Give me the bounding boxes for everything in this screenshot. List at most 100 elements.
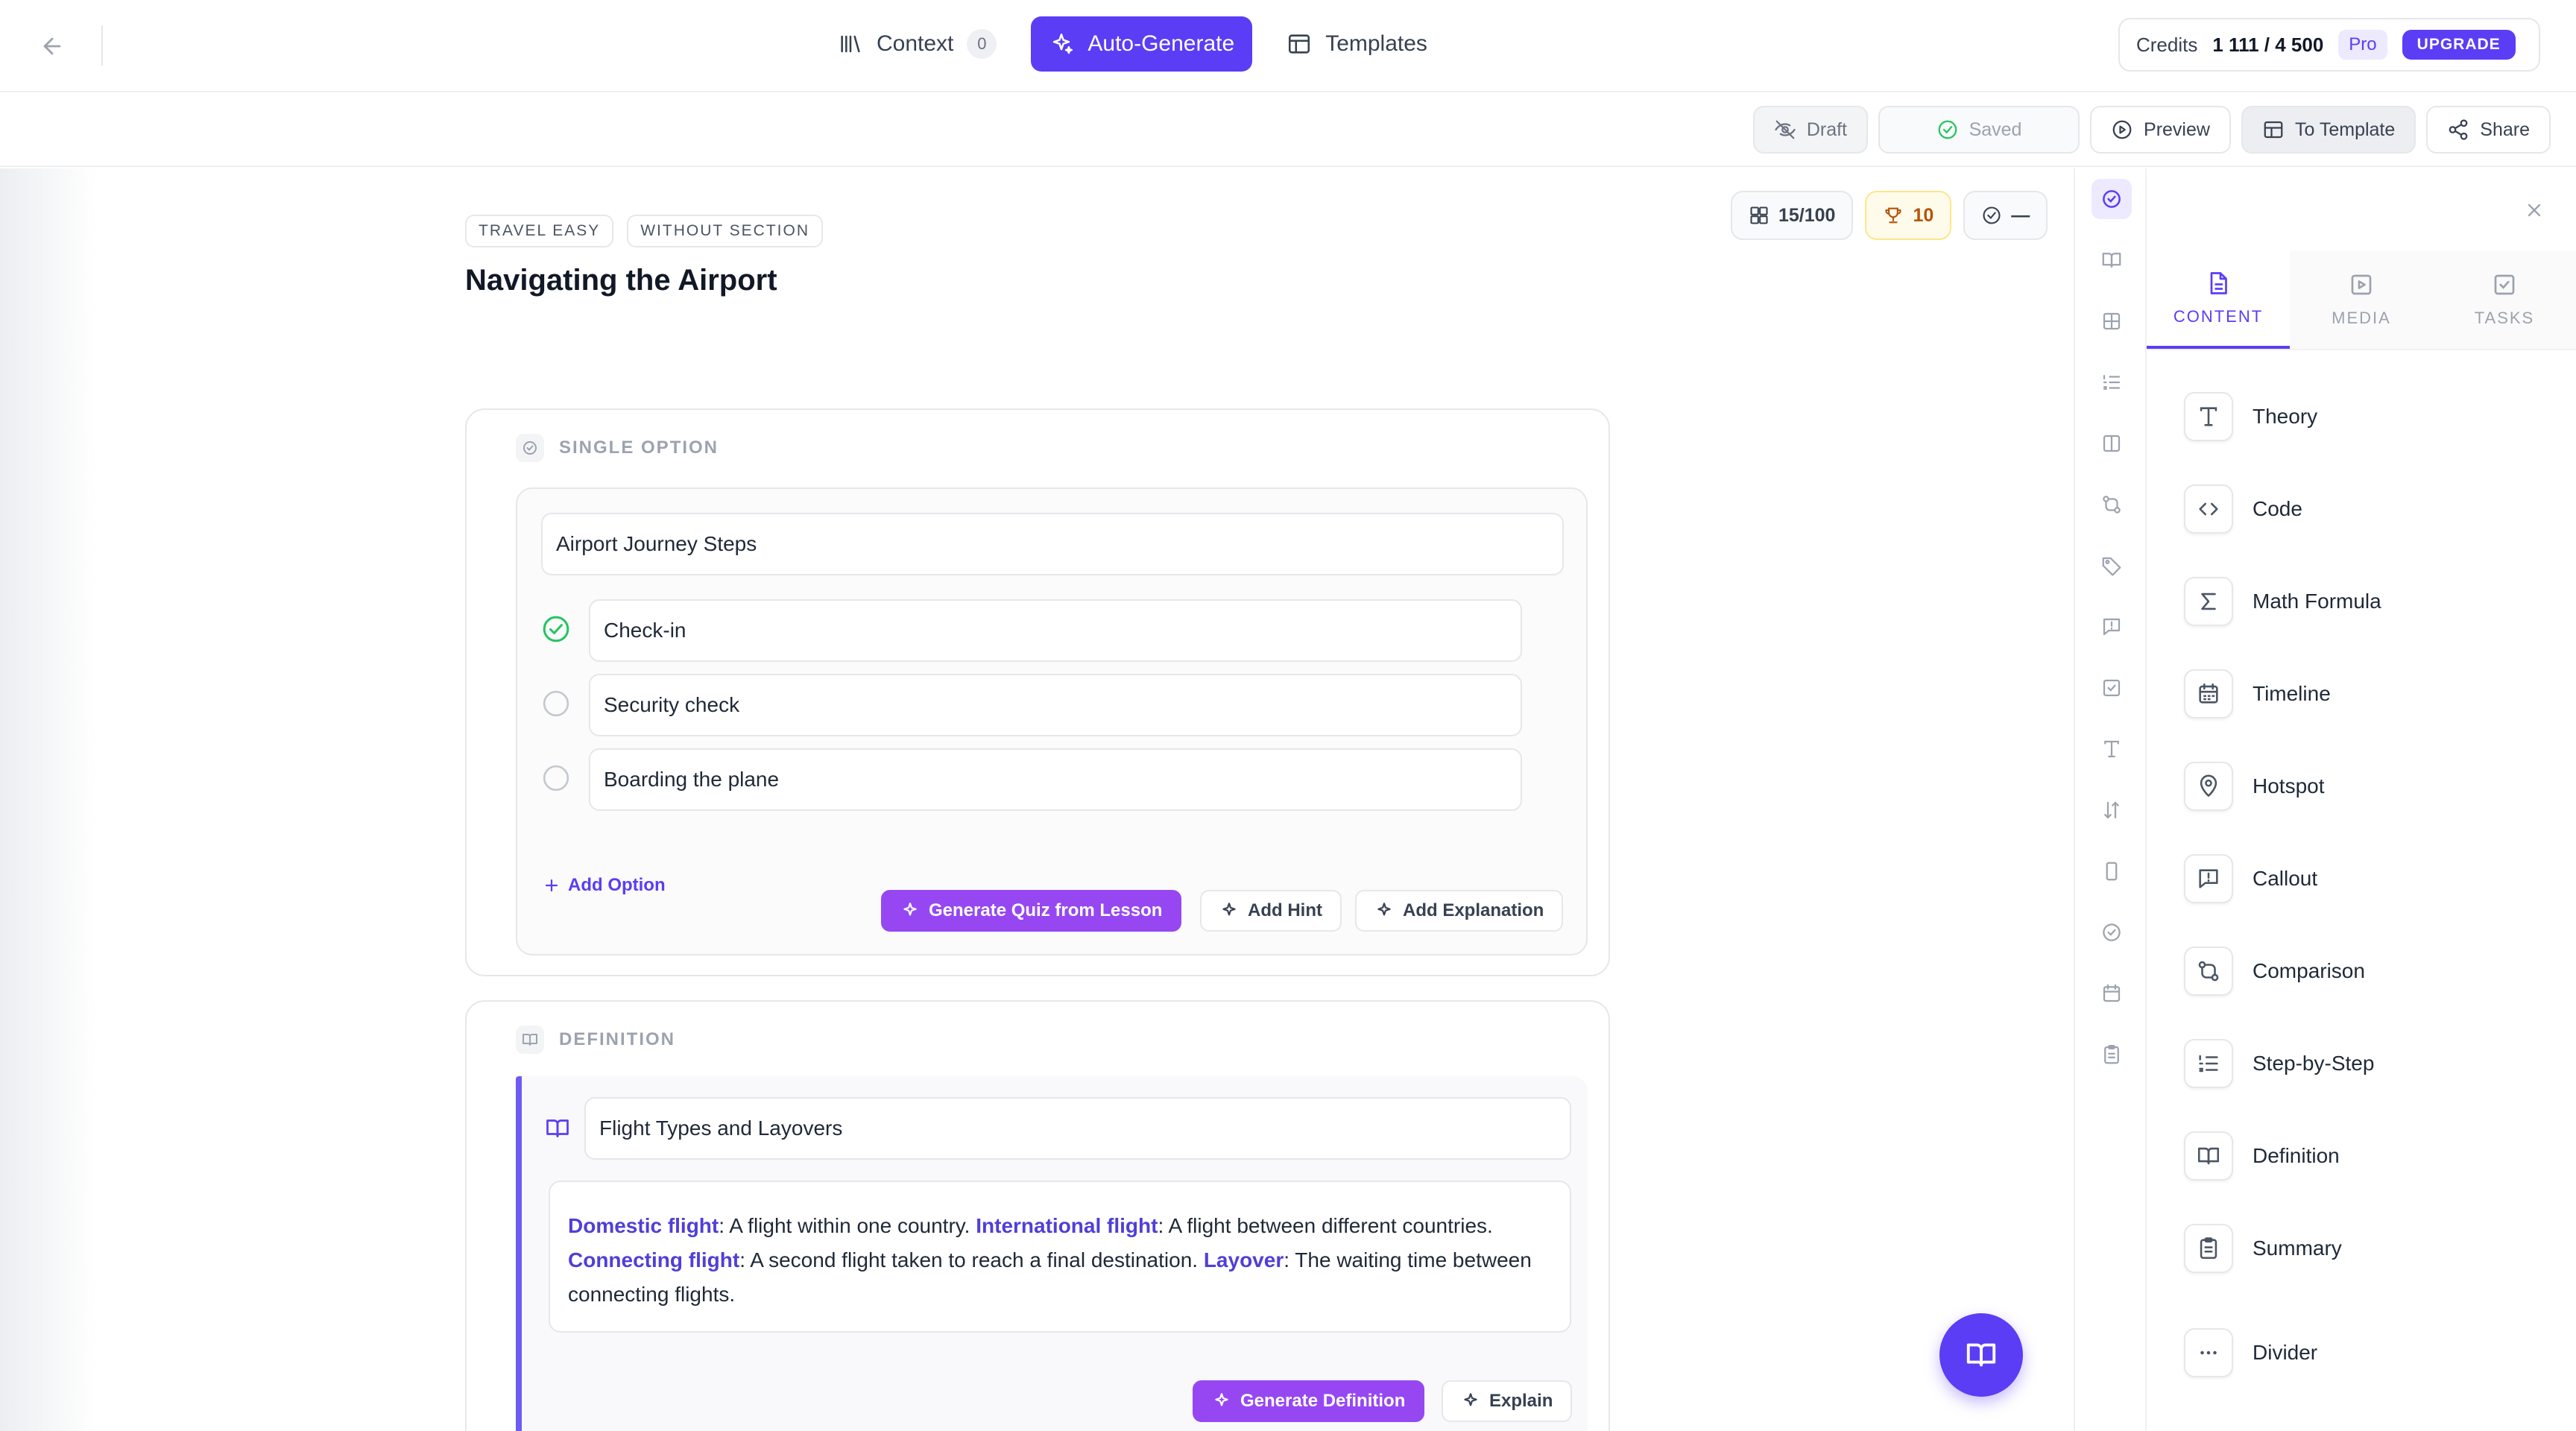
add-explanation-button[interactable]: Add Explanation	[1355, 890, 1564, 932]
block-divider[interactable]: Divider	[2184, 1328, 2317, 1377]
block-step-by-step[interactable]: Step-by-Step	[2184, 1039, 2374, 1088]
rail-tag-icon[interactable]	[2092, 546, 2132, 586]
rail-book-icon[interactable]	[2092, 240, 2132, 280]
rail-type-icon[interactable]	[2092, 729, 2132, 769]
definition-card: DEFINITION Flight Types and Layovers Dom…	[465, 1000, 1610, 1431]
credits-label: Credits	[2136, 33, 2198, 56]
rail-columns-icon[interactable]	[2092, 423, 2132, 464]
rail-grid-icon[interactable]	[2092, 301, 2132, 341]
block-summary[interactable]: Summary	[2184, 1224, 2342, 1273]
rail-check-circle-icon[interactable]	[2092, 912, 2132, 953]
more-horizontal-icon	[2184, 1328, 2233, 1377]
floating-book-button[interactable]	[1939, 1313, 2023, 1397]
share-icon	[2449, 119, 2468, 140]
block-math-formula[interactable]: Math Formula	[2184, 577, 2381, 626]
block-hotspot[interactable]: Hotspot	[2184, 762, 2325, 811]
check-square-icon	[2494, 274, 2515, 295]
tab-media[interactable]: MEDIA	[2290, 250, 2433, 349]
block-callout[interactable]: Callout	[2184, 854, 2317, 903]
layout-icon	[1289, 34, 1310, 54]
auto-generate-button[interactable]: Auto-Generate	[1031, 16, 1253, 72]
saved-status: Saved	[1878, 106, 2080, 154]
rail-list-ordered-icon[interactable]	[2092, 362, 2132, 402]
templates-button[interactable]: Templates	[1269, 16, 1445, 72]
rail-check-circle-icon[interactable]	[2092, 179, 2132, 219]
context-button[interactable]: Context 0	[820, 16, 1014, 72]
definition-title-input[interactable]: Flight Types and Layovers	[584, 1097, 1571, 1160]
block-timeline[interactable]: Timeline	[2184, 669, 2331, 718]
generate-quiz-button[interactable]: Generate Quiz from Lesson	[881, 890, 1182, 932]
panel-tabs: CONTENT MEDIA TASKS	[2147, 250, 2576, 350]
breadcrumb-section[interactable]: WITHOUT SECTION	[627, 215, 823, 247]
correct-check-icon[interactable]	[541, 614, 571, 644]
divider	[101, 25, 103, 66]
tab-content-label: CONTENT	[2173, 307, 2264, 326]
check-circle-icon	[1938, 120, 1957, 139]
block-icon-rail	[2074, 168, 2147, 1431]
rail-sort-arrows-icon[interactable]	[2092, 790, 2132, 830]
rail-check-square-icon[interactable]	[2092, 668, 2132, 708]
block-code[interactable]: Code	[2184, 484, 2302, 534]
template-icon	[2264, 121, 2283, 139]
block-theory[interactable]: Theory	[2184, 392, 2317, 441]
preview-button[interactable]: Preview	[2090, 106, 2231, 154]
sparkles-icon	[1222, 903, 1236, 916]
page-title[interactable]: Navigating the Airport	[465, 264, 777, 297]
credits-value: 1 111 / 4 500	[2212, 33, 2324, 56]
add-hint-button[interactable]: Add Hint	[1200, 890, 1342, 932]
upgrade-button[interactable]: UPGRADE	[2402, 30, 2516, 60]
block-label: Math Formula	[2253, 590, 2381, 613]
block-definition[interactable]: Definition	[2184, 1131, 2340, 1181]
sparkles-icon	[1377, 903, 1391, 916]
add-option-button[interactable]: Add Option	[543, 875, 666, 896]
radio-icon[interactable]	[541, 689, 571, 718]
back-arrow-icon[interactable]	[33, 27, 72, 66]
share-button[interactable]: Share	[2426, 106, 2551, 154]
term: International flight	[976, 1214, 1158, 1237]
block-label: Callout	[2253, 867, 2318, 890]
plan-badge: Pro	[2338, 30, 2387, 60]
breadcrumb: TRAVEL EASY WITHOUT SECTION	[465, 215, 823, 247]
rail-mobile-icon[interactable]	[2092, 851, 2132, 891]
auto-generate-label: Auto-Generate	[1087, 31, 1235, 56]
radio-icon[interactable]	[541, 763, 571, 793]
rail-clipboard-icon[interactable]	[2092, 1034, 2132, 1075]
block-comparison[interactable]: Comparison	[2184, 947, 2365, 996]
draft-button[interactable]: Draft	[1752, 106, 1869, 154]
definition-text[interactable]: Domestic flight: A flight within one cou…	[549, 1181, 1571, 1333]
option-input[interactable]: Boarding the plane	[589, 748, 1522, 811]
check-status-badge[interactable]: —	[1963, 191, 2048, 240]
breadcrumb-course[interactable]: TRAVEL EASY	[465, 215, 614, 247]
draft-label: Draft	[1806, 119, 1848, 140]
clipboard-icon	[2184, 1224, 2233, 1273]
rail-git-compare-icon[interactable]	[2092, 484, 2132, 525]
book-icon	[546, 1119, 569, 1137]
tab-tasks-label: TASKS	[2474, 309, 2535, 327]
blocks-count-badge: 15/100	[1731, 191, 1854, 240]
left-gutter	[0, 168, 97, 1431]
tab-content[interactable]: CONTENT	[2147, 250, 2290, 349]
option-input[interactable]: Check-in	[589, 599, 1522, 662]
rail-calendar-icon[interactable]	[2092, 973, 2132, 1014]
option-input[interactable]: Security check	[589, 674, 1522, 736]
generate-definition-button[interactable]: Generate Definition	[1193, 1380, 1425, 1422]
blocks-count: 15/100	[1778, 204, 1836, 226]
question-input[interactable]: Airport Journey Steps	[541, 513, 1564, 575]
points-value: 10	[1913, 204, 1934, 226]
block-label: Hotspot	[2253, 774, 2325, 797]
library-icon	[841, 35, 860, 53]
close-icon[interactable]	[2519, 195, 2549, 225]
context-label: Context	[877, 31, 954, 56]
sparkles-icon	[903, 903, 917, 916]
tab-tasks[interactable]: TASKS	[2433, 250, 2576, 349]
definition-card-header: DEFINITION	[516, 1026, 675, 1054]
to-template-button[interactable]: To Template	[2241, 106, 2416, 154]
sparkles-icon	[1215, 1393, 1228, 1406]
definition-body: Flight Types and Layovers Domestic fligh…	[516, 1076, 1588, 1431]
quiz-body: Airport Journey Steps Check-in Security …	[516, 487, 1588, 955]
rail-message-alert-icon[interactable]	[2092, 607, 2132, 647]
credits-box: Credits 1 111 / 4 500 Pro UPGRADE	[2118, 18, 2540, 72]
list-ordered-icon	[2184, 1039, 2233, 1088]
explain-button[interactable]: Explain	[1442, 1380, 1573, 1422]
calendar-icon	[2184, 669, 2233, 718]
